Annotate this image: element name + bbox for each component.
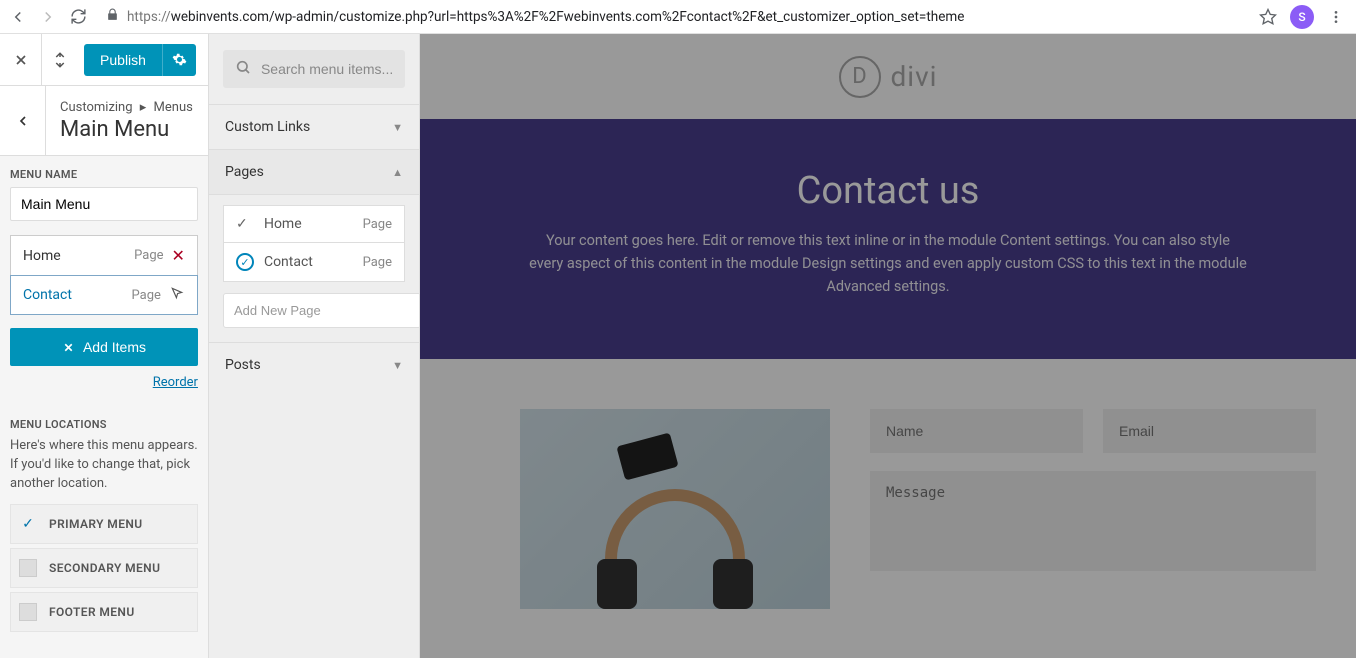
breadcrumb: Customizing ▸ Menus <box>60 100 193 115</box>
url-text: https://webinvents.com/wp-admin/customiz… <box>127 9 1238 25</box>
page-item-label: Home <box>264 216 363 232</box>
checkbox-empty-icon <box>19 559 37 577</box>
bookmark-star-icon[interactable] <box>1256 5 1280 29</box>
address-bar[interactable]: https://webinvents.com/wp-admin/customiz… <box>98 3 1246 31</box>
lock-icon <box>106 8 119 25</box>
add-new-page-input[interactable] <box>223 293 420 328</box>
menu-item-contact[interactable]: Contact Page <box>10 275 198 315</box>
kebab-menu-icon[interactable] <box>1324 5 1348 29</box>
chevron-down-icon: ▼ <box>392 359 403 372</box>
check-circle-icon <box>236 253 254 271</box>
browser-toolbar: https://webinvents.com/wp-admin/customiz… <box>0 0 1356 34</box>
add-items-panel: Custom Links ▼ Pages ▲ ✓ Home Page Conta… <box>209 34 420 658</box>
hero-body: Your content goes here. Edit or remove t… <box>528 229 1248 299</box>
back-button[interactable] <box>0 86 46 155</box>
menu-name-input[interactable] <box>10 187 198 221</box>
name-field[interactable] <box>870 409 1083 453</box>
back-nav-icon[interactable] <box>8 7 28 27</box>
location-footer[interactable]: FOOTER MENU <box>10 592 198 632</box>
contact-image <box>520 409 830 609</box>
chevron-down-icon: ▼ <box>392 121 403 134</box>
add-items-button[interactable]: Add Items <box>10 328 198 366</box>
devices-toggle-icon[interactable] <box>42 34 84 85</box>
section-pages[interactable]: Pages ▲ <box>209 149 419 194</box>
check-icon: ✓ <box>236 216 254 232</box>
menu-locations-label: MENU LOCATIONS <box>10 418 198 431</box>
page-item-contact[interactable]: Contact Page <box>223 242 405 282</box>
page-item-type: Page <box>363 255 392 270</box>
location-secondary[interactable]: SECONDARY MENU <box>10 548 198 588</box>
message-field[interactable] <box>870 471 1316 571</box>
hero-section: Contact us Your content goes here. Edit … <box>420 119 1356 359</box>
check-icon: ✓ <box>19 515 37 533</box>
chevron-up-icon: ▲ <box>392 166 403 179</box>
logo-text: divi <box>891 60 938 93</box>
logo-icon: D <box>839 56 881 98</box>
publish-settings-button[interactable] <box>162 44 196 76</box>
page-item-type: Page <box>363 217 392 232</box>
section-posts[interactable]: Posts ▼ <box>209 342 419 387</box>
reload-icon[interactable] <box>68 7 88 27</box>
page-item-label: Contact <box>264 254 363 270</box>
section-custom-links[interactable]: Custom Links ▼ <box>209 104 419 149</box>
menu-item-type: Page <box>132 288 161 303</box>
location-primary[interactable]: ✓ PRIMARY MENU <box>10 504 198 544</box>
menu-item-type: Page <box>134 248 163 263</box>
reorder-link[interactable]: Reorder <box>153 375 198 390</box>
menu-item-label: Contact <box>23 287 132 303</box>
checkbox-empty-icon <box>19 603 37 621</box>
page-item-home[interactable]: ✓ Home Page <box>223 205 405 243</box>
site-preview: D divi Contact us Your content goes here… <box>420 34 1356 658</box>
menu-item-label: Home <box>23 248 134 264</box>
preview-header: D divi <box>420 34 1356 119</box>
publish-button[interactable]: Publish <box>84 44 162 76</box>
close-customizer-button[interactable] <box>0 34 42 85</box>
email-field[interactable] <box>1103 409 1316 453</box>
locations-description: Here's where this menu appears. If you'd… <box>10 437 198 494</box>
location-label: FOOTER MENU <box>49 605 135 619</box>
forward-nav-icon[interactable] <box>38 7 58 27</box>
hero-title: Contact us <box>460 169 1316 213</box>
location-label: PRIMARY MENU <box>49 517 143 531</box>
profile-avatar[interactable]: S <box>1290 5 1314 29</box>
cursor-icon <box>169 286 185 304</box>
search-box[interactable] <box>223 50 405 88</box>
close-icon <box>62 341 75 354</box>
search-icon <box>235 59 251 79</box>
location-label: SECONDARY MENU <box>49 561 160 575</box>
section-title: Main Menu <box>60 117 193 142</box>
customizer-sidebar: Publish Customizing ▸ Menus Main Menu ME… <box>0 34 209 658</box>
search-input[interactable] <box>261 61 420 77</box>
remove-item-icon[interactable]: ✕ <box>172 246 185 265</box>
menu-name-label: MENU NAME <box>10 168 198 181</box>
menu-item-home[interactable]: Home Page ✕ <box>10 235 198 276</box>
